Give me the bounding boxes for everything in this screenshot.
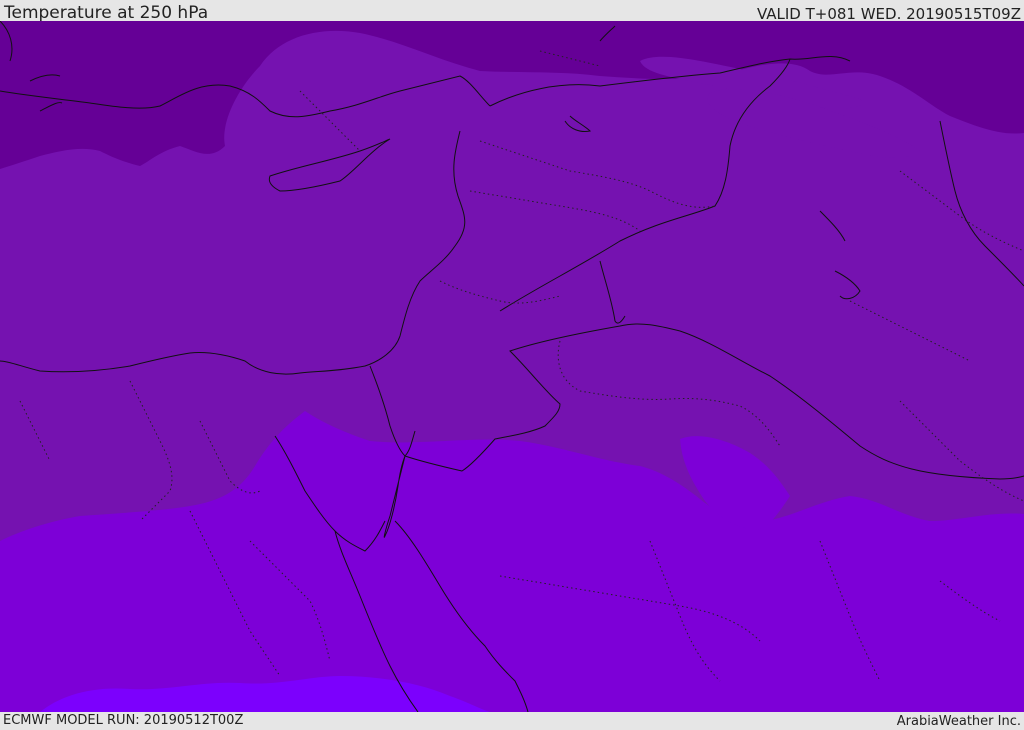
header-bar: Temperature at 250 hPa VALID T+081 WED. … bbox=[0, 0, 1024, 23]
model-run-label: ECMWF MODEL RUN: 20190512T00Z bbox=[3, 713, 244, 728]
map-canvas bbox=[0, 21, 1024, 712]
weather-map[interactable] bbox=[0, 21, 1024, 712]
map-title: Temperature at 250 hPa bbox=[4, 3, 209, 23]
footer-bar: ECMWF MODEL RUN: 20190512T00Z ArabiaWeat… bbox=[0, 712, 1024, 729]
credit-label: ArabiaWeather Inc. bbox=[896, 714, 1021, 729]
